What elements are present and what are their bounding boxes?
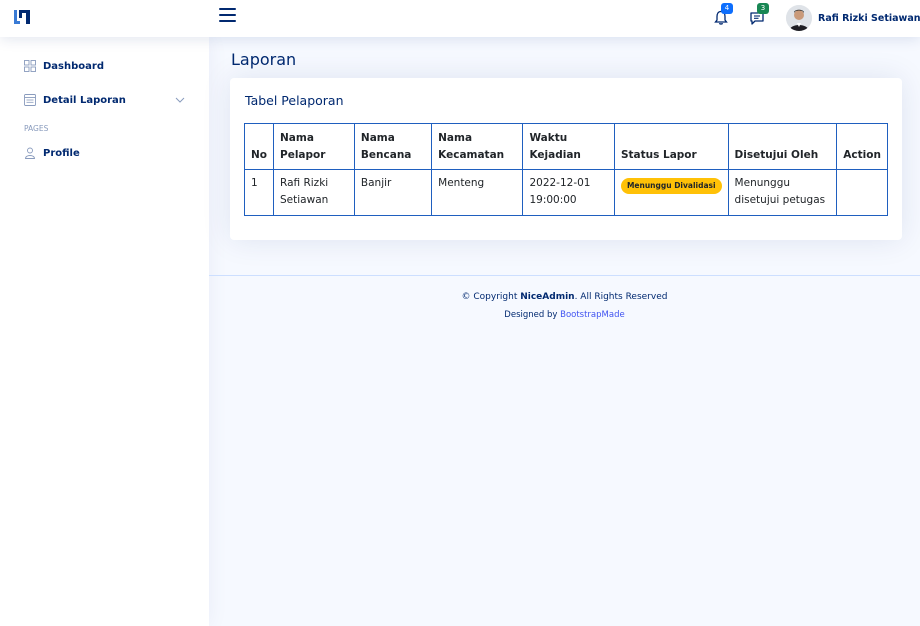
messages-button[interactable]: 3: [748, 3, 769, 28]
card-title: Tabel Pelaporan: [245, 93, 344, 108]
page-title: Laporan: [231, 50, 297, 69]
notifications-button[interactable]: 4: [712, 3, 733, 28]
copyright-text: © Copyright NiceAdmin. All Rights Reserv…: [209, 292, 920, 302]
avatar: [786, 5, 812, 31]
cell-pelapor: Rafi Rizki Setiawan: [273, 169, 355, 216]
table-header-row: No Nama Pelapor Nama Bencana Nama Kecama…: [243, 123, 888, 170]
report-card: Tabel Pelaporan No Nama Pelapor Nama Ben…: [230, 78, 902, 240]
designed-by-label: Designed by: [504, 310, 561, 320]
table-row: 1 Rafi Rizki Setiawan Banjir Menteng 202…: [243, 169, 888, 216]
copyright-suffix: . All Rights Reserved: [574, 292, 668, 302]
footer-brand: NiceAdmin: [520, 292, 575, 302]
user-name: Rafi Rizki Setiawan: [818, 12, 920, 24]
layout-text-icon: [24, 94, 36, 106]
logo-icon[interactable]: [12, 7, 32, 27]
status-badge: Menunggu Divalidasi: [620, 178, 722, 194]
chevron-down-icon: [175, 97, 185, 103]
column-header: Nama Pelapor: [273, 123, 355, 170]
column-header: No: [243, 123, 275, 170]
sidebar-item-detail-laporan[interactable]: Detail Laporan: [0, 86, 209, 114]
cell-action: [836, 169, 888, 216]
designer-link[interactable]: BootstrapMade: [560, 310, 625, 320]
messages-badge: 3: [757, 3, 769, 14]
user-photo-icon: [786, 5, 812, 31]
column-header: Nama Kecamatan: [431, 123, 524, 170]
cell-kecamatan: Menteng: [431, 169, 524, 216]
column-header: Nama Bencana: [353, 123, 433, 170]
column-header: Action: [836, 123, 888, 170]
credits-text: Designed by BootstrapMade: [209, 310, 920, 320]
cell-status: Menunggu Divalidasi: [613, 169, 729, 216]
footer: © Copyright NiceAdmin. All Rights Reserv…: [209, 275, 920, 320]
sidebar-heading-pages: PAGES: [24, 124, 49, 133]
toggle-sidebar-button[interactable]: [219, 8, 236, 24]
top-header: 4 3 Rafi Rizki Setiawan ▾: [0, 0, 920, 37]
cell-bencana: Banjir: [353, 169, 433, 216]
grid-icon: [24, 60, 36, 72]
sidebar-item-label: Profile: [43, 147, 80, 159]
cell-no: 1: [243, 169, 275, 216]
column-header: Waktu Kejadian: [522, 123, 615, 170]
report-table: No Nama Pelapor Nama Bencana Nama Kecama…: [243, 123, 888, 216]
sidebar-item-label: Dashboard: [43, 60, 104, 72]
sidebar-item-label: Detail Laporan: [43, 94, 126, 106]
notifications-badge: 4: [721, 3, 733, 14]
column-header: Status Lapor: [613, 123, 729, 170]
sidebar-item-dashboard[interactable]: Dashboard: [0, 52, 209, 80]
copyright-prefix: © Copyright: [461, 292, 521, 302]
sidebar-item-profile[interactable]: Profile: [0, 139, 209, 167]
cell-disetujui: Menunggu disetujui petugas: [727, 169, 838, 216]
profile-dropdown[interactable]: Rafi Rizki Setiawan ▾: [786, 3, 920, 33]
column-header: Disetujui Oleh: [727, 123, 838, 170]
person-icon: [25, 147, 35, 159]
sidebar: Dashboard Detail Laporan PAGES Profile: [0, 37, 209, 626]
cell-waktu: 2022-12-01 19:00:00: [522, 169, 615, 216]
